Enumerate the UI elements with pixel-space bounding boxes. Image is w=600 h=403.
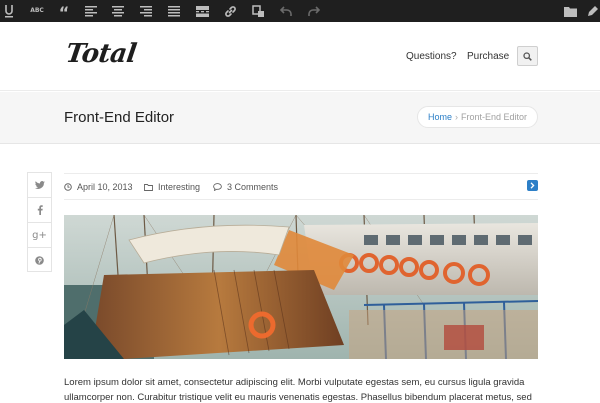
googleplus-icon: g+ (32, 229, 47, 241)
link-icon[interactable] (221, 3, 239, 19)
breadcrumb: Home › Front-End Editor (417, 106, 538, 128)
next-post-button[interactable] (527, 180, 538, 191)
nav-questions[interactable]: Questions? (406, 51, 457, 62)
breadcrumb-current: Front-End Editor (460, 112, 528, 122)
breadcrumb-home-link[interactable]: Home (428, 112, 452, 122)
page-title: Front-End Editor (64, 109, 175, 126)
redo-icon[interactable] (305, 3, 323, 19)
comment-icon (213, 183, 222, 191)
paste-text-icon[interactable] (249, 3, 267, 19)
post-date: April 10, 2013 (64, 182, 133, 192)
nav-purchase[interactable]: Purchase (467, 51, 509, 62)
post-category: Interesting (144, 182, 200, 192)
share-facebook-button[interactable] (28, 198, 51, 223)
blockquote-icon[interactable]: “ (55, 5, 73, 21)
more-tag-icon[interactable] (193, 3, 211, 19)
undo-icon[interactable] (277, 3, 295, 19)
pinterest-icon (35, 256, 44, 265)
pen-icon[interactable] (584, 3, 600, 19)
post-date-text: April 10, 2013 (77, 182, 133, 192)
post-body-text: Lorem ipsum dolor sit amet, consectetur … (64, 377, 532, 403)
harbor-boat-illustration (64, 215, 538, 359)
share-twitter-button[interactable] (28, 173, 51, 198)
social-share-bar: g+ (27, 172, 52, 272)
clock-icon (64, 183, 72, 191)
breadcrumb-separator: › (454, 112, 458, 122)
share-pinterest-button[interactable] (28, 248, 51, 273)
share-googleplus-button[interactable]: g+ (28, 223, 51, 248)
site-logo[interactable]: Total (64, 39, 138, 69)
align-left-icon[interactable] (82, 3, 100, 19)
align-right-icon[interactable] (137, 3, 155, 19)
align-center-icon[interactable] (109, 3, 127, 19)
site-header: Total Questions? Purchase (0, 22, 600, 91)
editor-toolbar: ABC “ (0, 0, 600, 22)
post-comments: 3 Comments (213, 182, 278, 192)
page-title-bar: Front-End Editor Home › Front-End Editor (0, 92, 600, 144)
search-button[interactable] (517, 46, 538, 66)
underline-icon[interactable] (0, 3, 18, 19)
featured-image (64, 215, 538, 359)
next-arrow-icon (530, 182, 535, 189)
category-folder-icon (144, 183, 153, 191)
search-icon (523, 51, 532, 61)
post-comments-link[interactable]: 3 Comments (227, 182, 278, 192)
post-meta: April 10, 2013 Interesting 3 Comments (64, 173, 538, 200)
align-justify-icon[interactable] (165, 3, 183, 19)
twitter-icon (34, 181, 45, 189)
folder-icon[interactable] (561, 3, 579, 19)
post-category-link[interactable]: Interesting (158, 182, 200, 192)
facebook-icon (37, 205, 43, 215)
strikethrough-icon[interactable]: ABC (26, 3, 48, 19)
